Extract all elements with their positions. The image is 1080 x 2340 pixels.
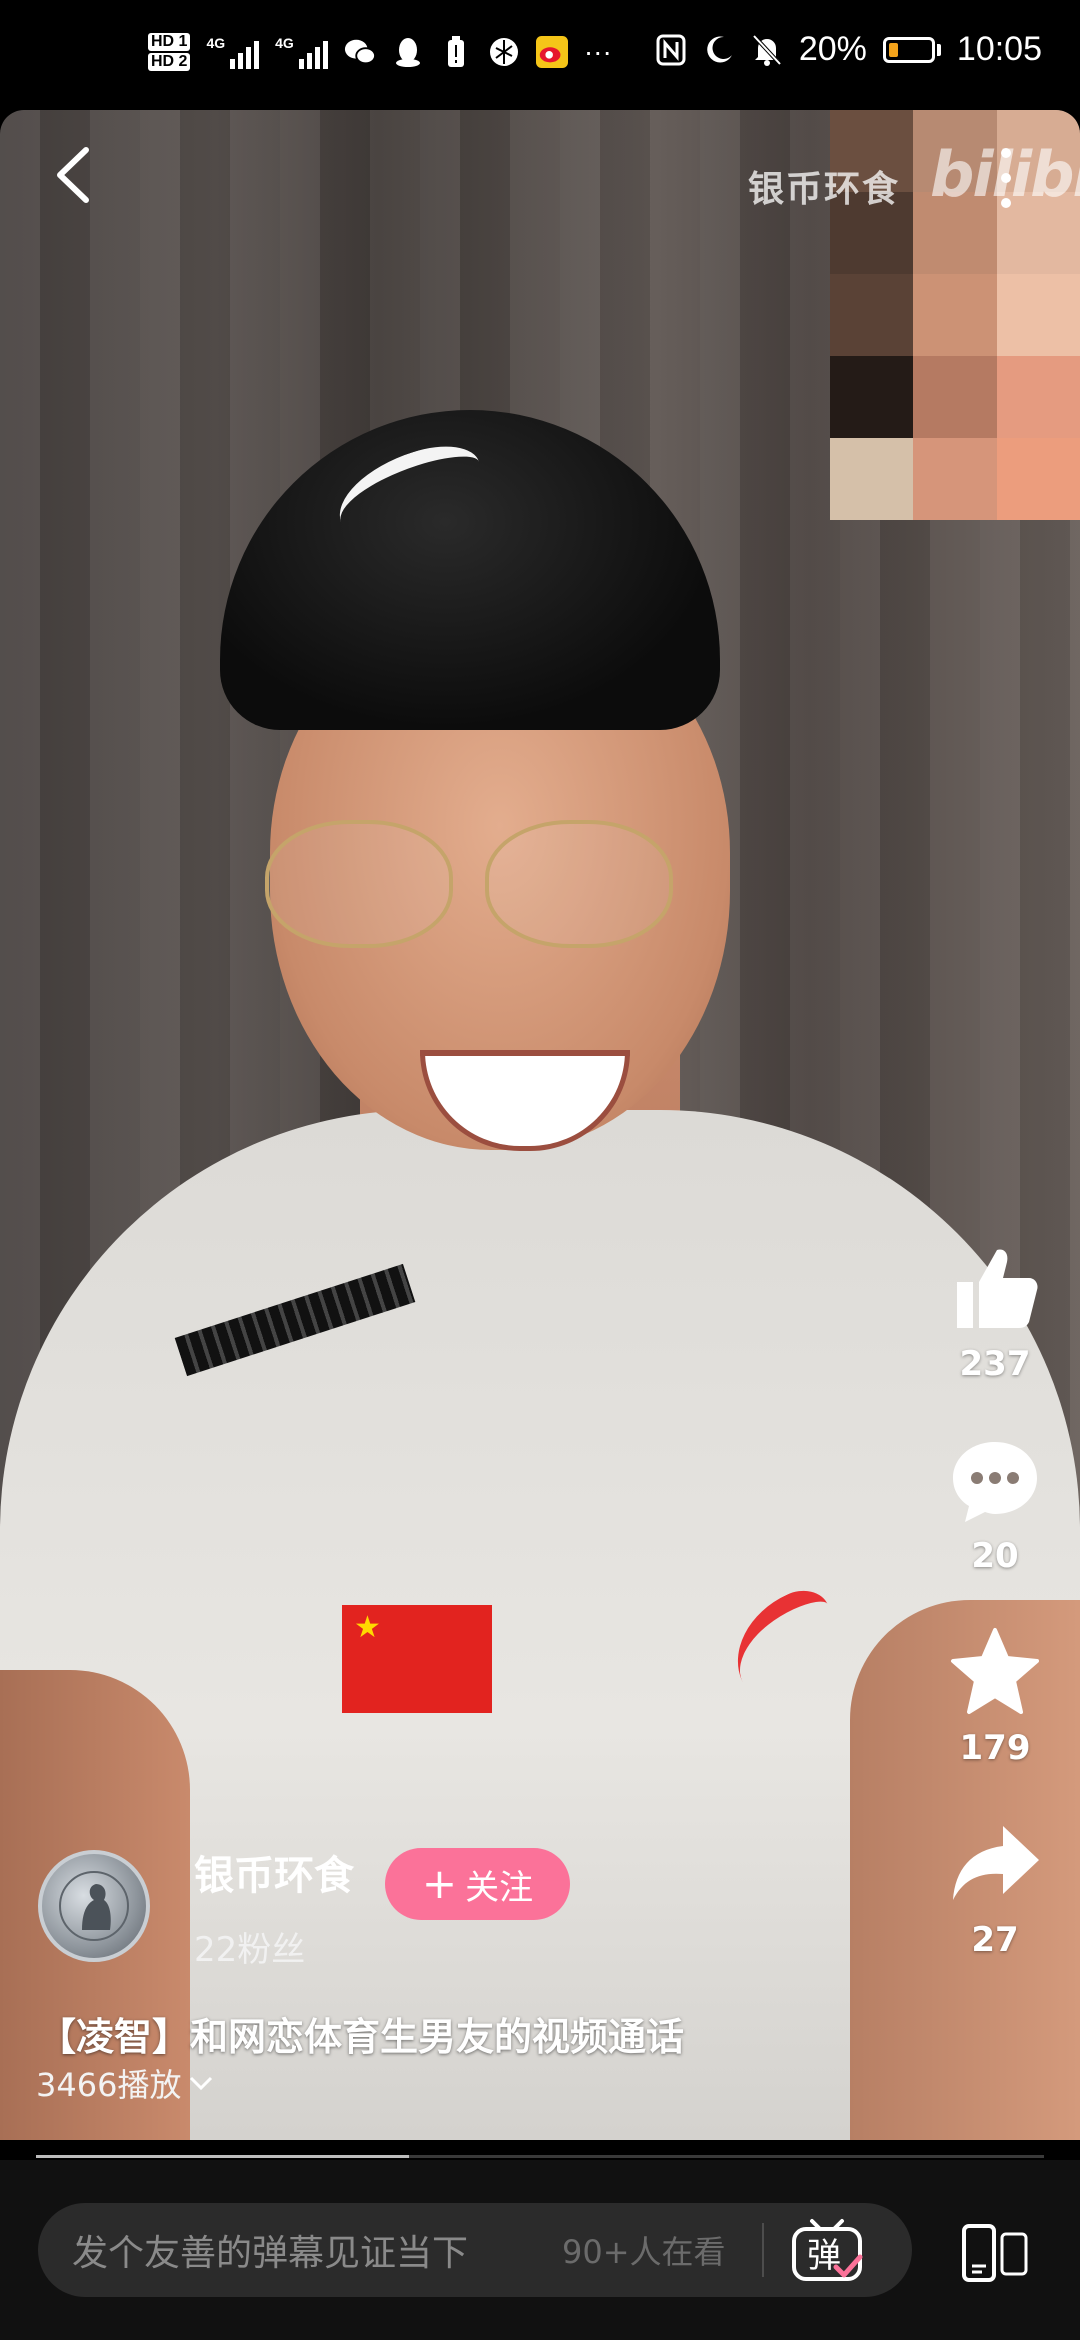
play-count: 3466播放 [36,2066,182,2104]
share-button[interactable]: 27 [947,1816,1043,1960]
clock: 10:05 [956,30,1042,68]
author-info: 银币环食 22粉丝 [194,1850,354,1971]
fan-count: 22粉丝 [194,1930,306,1970]
star-icon [951,1628,1039,1714]
status-right: 20% 10:05 [655,30,1042,69]
danmaku-input[interactable]: 发个友善的弹幕见证当下 90+人在看 弹 [38,2203,912,2297]
author-name[interactable]: 银币环食 [194,1850,354,1902]
hd-indicator: HD 1 HD 2 [148,32,191,72]
chevron-left-icon [57,147,89,203]
hd1-label: HD 1 [148,33,191,51]
avatar[interactable] [38,1850,150,1962]
danmaku-placeholder[interactable]: 发个友善的弹幕见证当下 [72,2224,552,2276]
progress-bar[interactable] [36,2155,1044,2158]
video-subject-glasses [265,810,705,960]
share-count: 27 [971,1920,1019,1960]
play-count-toggle[interactable]: 3466播放 [36,2060,215,2106]
rotate-screen-icon [962,2224,1028,2282]
wechat-icon [344,36,376,68]
battery-alert-icon [440,36,472,68]
danmaku-toggle-icon[interactable]: 弹 [790,2213,864,2287]
favorite-button[interactable]: 179 [947,1624,1043,1768]
like-count: 237 [959,1344,1031,1384]
signal-icon-2: 4G [275,35,328,69]
comment-count: 20 [971,1536,1019,1576]
battery-icon [882,36,941,63]
plus-icon: + [421,1859,458,1908]
shirt-flag: ★ [342,1605,492,1713]
nfc-icon [655,34,687,66]
follow-button[interactable]: + 关注 [385,1848,570,1920]
like-button[interactable]: 237 [947,1240,1043,1384]
share-arrow-icon [953,1826,1039,1900]
more-dot-icon [1001,148,1011,158]
fullscreen-rotate-button[interactable] [960,2222,1030,2284]
signal-icon: 4G [206,35,260,69]
divider [762,2223,764,2277]
network-label: 4G [206,35,226,51]
moon-icon [703,34,735,66]
thumbs-up-icon [957,1249,1038,1328]
comment-button[interactable]: 20 [947,1432,1043,1576]
more-notifications: ··· [583,36,612,67]
follow-label: 关注 [465,1867,534,1908]
qq-icon [392,36,424,68]
status-left: HD 1 HD 2 4G 4G ··· [148,32,612,72]
comment-icon [953,1442,1037,1522]
chevron-down-icon [190,2076,213,2091]
favorite-count: 179 [959,1728,1031,1768]
author-block: 银币环食 22粉丝 [38,1850,354,1971]
weibo-icon [535,36,568,68]
progress-fill [36,2155,409,2158]
app-icon [488,36,520,68]
status-bar: HD 1 HD 2 4G 4G ··· 20% 10:05 [0,0,1080,110]
more-options-button[interactable] [998,148,1014,208]
video-player[interactable]: ★ [0,110,1080,2140]
watching-count: 90+人在看 [562,2233,726,2271]
battery-percent: 20% [798,30,867,68]
action-column: 237 20 179 27 [930,1240,1060,2008]
network-label-2: 4G [275,35,294,51]
hd2-label: HD 2 [148,53,191,71]
mute-bell-icon [751,34,783,66]
video-title: 【凌智】和网恋体育生男友的视频通话 [38,2015,685,2059]
watermark-text: 银币环食 [748,169,901,210]
back-button[interactable] [50,140,100,210]
coin-portrait-icon [59,1871,129,1941]
